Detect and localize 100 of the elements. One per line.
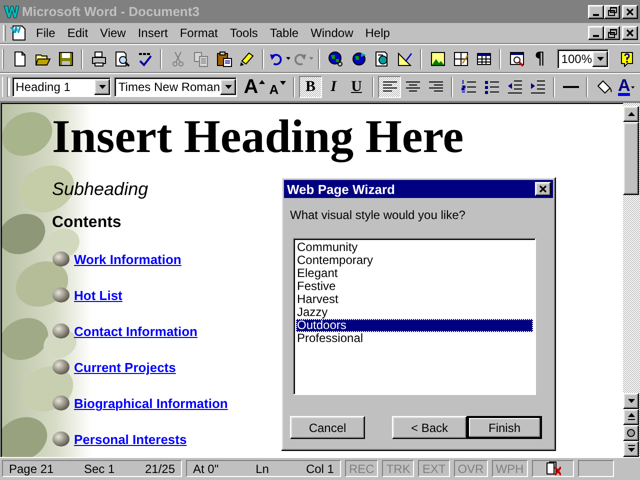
contents-link[interactable]: Contact Information — [74, 324, 198, 340]
zoom-box[interactable]: 100% — [557, 48, 609, 69]
double-down-arrow-icon — [628, 445, 634, 452]
page-globe-icon — [374, 50, 390, 67]
menu-item[interactable]: Window — [304, 25, 360, 42]
close-button[interactable] — [535, 182, 551, 196]
style-list[interactable]: Community Contemporary Elegant Festive Harvest Jazzy Outdoors Professional — [293, 238, 536, 395]
toolbar-grip[interactable] — [2, 48, 4, 69]
scroll-up-button[interactable] — [623, 106, 639, 122]
menu-item[interactable]: View — [94, 25, 132, 42]
style-option[interactable]: Elegant — [296, 267, 533, 280]
scroll-down-button[interactable] — [623, 392, 639, 409]
style-option[interactable]: Jazzy — [296, 306, 533, 319]
zoom-dropdown-button[interactable] — [592, 50, 608, 67]
sphere-bullet-icon — [52, 322, 70, 339]
scroll-thumb[interactable] — [623, 122, 639, 195]
minimize-button[interactable] — [588, 4, 604, 19]
style-option[interactable]: Outdoors — [296, 319, 533, 332]
style-box[interactable]: Heading 1 — [12, 77, 112, 98]
dialog-button[interactable]: < Back — [392, 416, 467, 439]
show-formatting-marks-button[interactable]: ¶ — [528, 48, 552, 70]
vertical-scrollbar[interactable] — [623, 102, 640, 457]
menu-item[interactable]: Help — [359, 25, 396, 42]
font-color-button[interactable]: A — [615, 76, 638, 98]
contents-link[interactable]: Hot List — [74, 288, 122, 304]
dialog-button[interactable]: Cancel — [290, 416, 365, 439]
book-cross-icon — [544, 460, 561, 477]
previous-page-button[interactable] — [623, 408, 639, 425]
bold-button[interactable]: B — [299, 76, 322, 98]
dialog-button[interactable]: Finish — [467, 416, 542, 439]
restore-document-button[interactable] — [604, 26, 620, 40]
zoom-value: 100% — [561, 52, 592, 66]
close-button[interactable] — [622, 4, 638, 19]
contents-link[interactable]: Biographical Information — [74, 396, 228, 412]
contents-link[interactable]: Current Projects — [74, 360, 176, 376]
toolbar-grip[interactable] — [3, 25, 6, 42]
printer-icon — [90, 50, 107, 67]
menu-item[interactable]: Edit — [61, 25, 94, 42]
table-icon — [476, 50, 492, 67]
underline-button[interactable]: U — [345, 76, 368, 98]
menu-item[interactable]: Format — [174, 25, 224, 42]
status-text: Page 21 — [9, 462, 54, 476]
shrink-font-button[interactable]: A — [266, 76, 289, 98]
toolbar-grip[interactable] — [2, 77, 8, 98]
style-option[interactable]: Festive — [296, 280, 533, 293]
page-icon — [12, 50, 28, 67]
help-icon — [618, 50, 634, 67]
window-magnifier-icon — [508, 50, 525, 67]
document-icon — [10, 25, 26, 42]
contents-link[interactable]: Personal Interests — [74, 432, 187, 448]
mode-indicator: TRK — [382, 460, 414, 478]
grow-font-button[interactable]: A — [243, 76, 266, 98]
font-dropdown-button[interactable] — [220, 79, 236, 96]
restore-icon — [608, 7, 616, 16]
spell-check-icon — [136, 50, 153, 67]
contents-title: Contents — [52, 214, 122, 232]
minimize-document-button[interactable] — [588, 26, 604, 40]
sphere-bullet-icon — [52, 430, 70, 447]
browse-object-button[interactable] — [623, 424, 639, 441]
outdent-icon — [506, 79, 522, 96]
paintbrush-icon — [238, 50, 255, 67]
window-title: Microsoft Word - Document3 — [22, 4, 200, 20]
style-option[interactable]: Professional — [296, 332, 533, 345]
menu-item[interactable]: Tools — [224, 25, 264, 42]
align-left-button[interactable] — [378, 76, 401, 98]
style-option[interactable]: Community — [296, 241, 533, 254]
caret-icon — [259, 80, 266, 84]
up-arrow-icon — [628, 112, 634, 116]
circle-icon — [627, 428, 635, 437]
status-text: Sec 1 — [84, 462, 115, 476]
status-text: At 0" — [193, 462, 219, 476]
copy-icon — [192, 50, 209, 67]
sphere-bullet-icon — [52, 286, 70, 303]
style-dropdown-button[interactable] — [94, 79, 110, 96]
bulleted-list-icon — [484, 79, 500, 96]
indent-icon — [530, 79, 546, 96]
sphere-bullet-icon — [52, 250, 70, 267]
close-document-button[interactable] — [622, 26, 638, 40]
menu-item[interactable]: File — [30, 25, 62, 42]
sphere-bullet-icon — [52, 358, 70, 375]
mode-indicator: WPH — [492, 460, 528, 478]
style-value: Heading 1 — [16, 80, 72, 94]
style-option[interactable]: Contemporary — [296, 254, 533, 267]
style-option[interactable]: Harvest — [296, 293, 533, 306]
font-value: Times New Roman — [118, 80, 220, 94]
menu-item[interactable]: Insert — [132, 25, 174, 42]
status-text: 21/25 — [144, 462, 175, 476]
dropdown-arrow-icon — [286, 56, 290, 62]
font-box[interactable]: Times New Roman — [114, 77, 237, 98]
restore-button[interactable] — [604, 4, 620, 19]
next-page-button[interactable] — [623, 440, 639, 457]
dialog-title: Web Page Wizard — [287, 182, 396, 196]
globe-chain-icon — [328, 50, 344, 67]
word-logo-icon — [3, 4, 19, 20]
contents-link[interactable]: Work Information — [74, 252, 182, 268]
italic-button[interactable]: I — [322, 76, 345, 98]
dropdown-arrow-icon — [631, 84, 635, 90]
status-text: Ln — [256, 462, 269, 476]
menu-item[interactable]: Table — [264, 25, 305, 42]
numbered-list-icon — [460, 79, 476, 96]
